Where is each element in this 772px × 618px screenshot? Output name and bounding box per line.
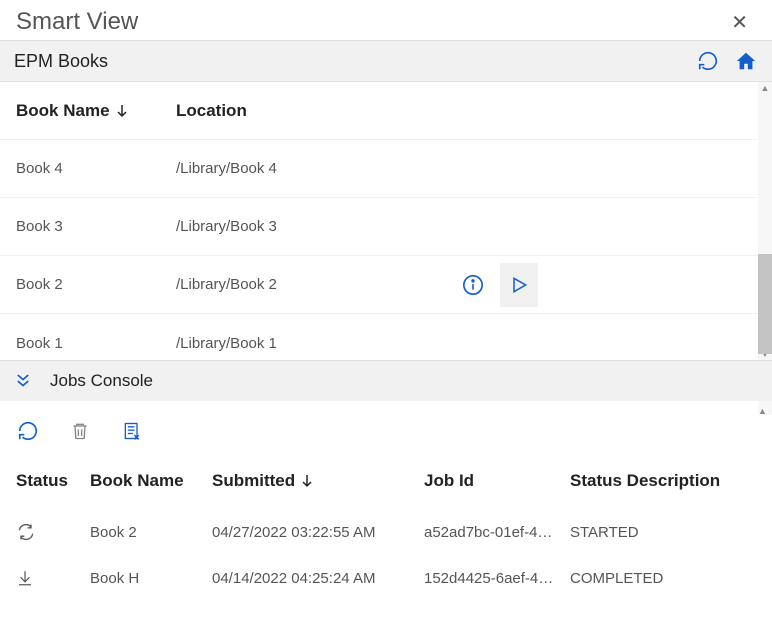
book-name: Book 2	[16, 276, 176, 293]
jobs-col-desc[interactable]: Status Description	[570, 471, 756, 491]
job-id: 152d4425-6aef-4…	[424, 570, 570, 587]
jobs-col-status[interactable]: Status	[16, 471, 90, 491]
book-location: /Library/Book 4	[176, 160, 396, 177]
job-desc: COMPLETED	[570, 570, 756, 587]
download-icon[interactable]	[16, 569, 34, 587]
clear-list-icon[interactable]	[120, 419, 144, 443]
jobs-toolbar	[0, 401, 772, 453]
collapse-icon[interactable]	[14, 372, 32, 390]
jobs-row[interactable]: Book H 04/14/2022 04:25:24 AM 152d4425-6…	[0, 555, 772, 601]
info-icon[interactable]	[454, 263, 492, 307]
sort-desc-icon[interactable]	[301, 474, 313, 488]
job-desc: STARTED	[570, 524, 756, 541]
table-row[interactable]: Book 4 /Library/Book 4	[0, 140, 772, 198]
sort-desc-icon[interactable]	[116, 104, 128, 118]
refresh-icon[interactable]	[696, 49, 720, 73]
subheader-title: EPM Books	[14, 51, 108, 72]
jobs-col-submitted[interactable]: Submitted	[212, 471, 295, 491]
refresh-jobs-icon[interactable]	[16, 419, 40, 443]
scroll-up-icon[interactable]: ▲	[761, 82, 770, 94]
job-submitted: 04/14/2022 04:25:24 AM	[212, 570, 424, 587]
books-table-header: Book Name Location	[0, 82, 772, 140]
home-icon[interactable]	[734, 49, 758, 73]
jobs-console-body: Status Book Name Submitted Job Id Status…	[0, 401, 772, 601]
subheader-bar: EPM Books	[0, 40, 772, 82]
book-name: Book 1	[16, 335, 176, 352]
scroll-thumb[interactable]	[758, 254, 772, 354]
book-location: /Library/Book 1	[176, 335, 396, 352]
panel-title-bar: Smart View ✕	[0, 0, 772, 40]
book-location: /Library/Book 3	[176, 218, 396, 235]
job-book: Book 2	[90, 524, 212, 541]
table-row[interactable]: Book 1 /Library/Book 1	[0, 314, 772, 372]
jobs-col-jobid[interactable]: Job Id	[424, 471, 570, 491]
jobs-col-book[interactable]: Book Name	[90, 471, 212, 491]
subheader-actions	[696, 49, 758, 73]
books-col-bookname[interactable]: Book Name	[16, 101, 110, 121]
jobs-console-title: Jobs Console	[50, 371, 153, 391]
close-icon[interactable]: ✕	[723, 10, 756, 35]
job-submitted: 04/27/2022 03:22:55 AM	[212, 524, 424, 541]
delete-icon[interactable]	[68, 419, 92, 443]
scroll-up-icon[interactable]: ▲	[758, 405, 767, 417]
table-row[interactable]: Book 2 /Library/Book 2	[0, 256, 772, 314]
book-location: /Library/Book 2	[176, 276, 396, 293]
books-table: Book Name Location Book 4 /Library/Book …	[0, 82, 772, 360]
jobs-row[interactable]: Book 2 04/27/2022 03:22:55 AM a52ad7bc-0…	[0, 509, 772, 555]
books-col-location[interactable]: Location	[176, 101, 247, 121]
job-id: a52ad7bc-01ef-4…	[424, 524, 570, 541]
run-icon[interactable]	[500, 263, 538, 307]
panel-title: Smart View	[16, 8, 138, 36]
table-row[interactable]: Book 3 /Library/Book 3	[0, 198, 772, 256]
book-name: Book 3	[16, 218, 176, 235]
jobs-table-header: Status Book Name Submitted Job Id Status…	[0, 453, 772, 509]
job-book: Book H	[90, 570, 212, 587]
book-name: Book 4	[16, 160, 176, 177]
scrollbar-lower[interactable]: ▲	[758, 401, 772, 415]
running-icon	[16, 522, 36, 542]
